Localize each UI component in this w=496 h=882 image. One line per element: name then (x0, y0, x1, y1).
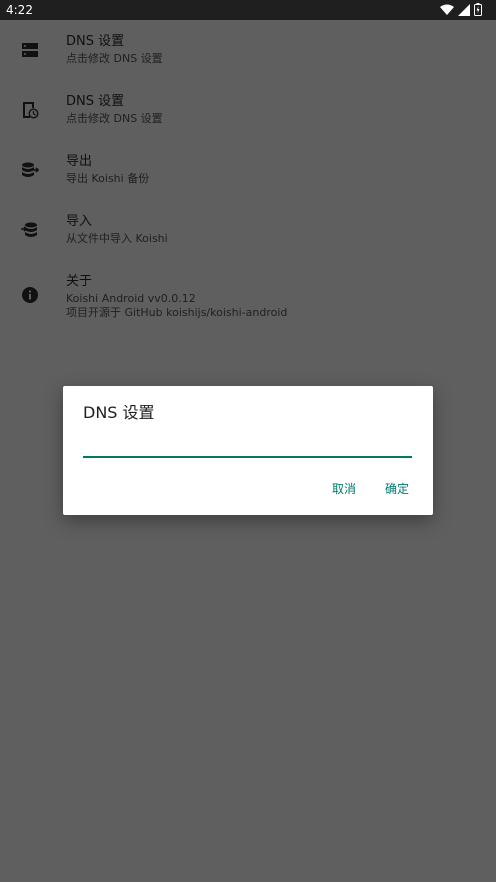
status-icons (440, 1, 482, 20)
settings-item-title: 关于 (66, 274, 93, 289)
settings-list: DNS 设置 点击修改 DNS 设置 DNS 设置 点击修改 DNS 设置 导出… (0, 20, 496, 333)
status-time: 4:22 (6, 3, 33, 17)
settings-item-subtitle-2: 项目开源于 GitHub koishijs/koishi-android (66, 306, 288, 319)
info-icon (20, 285, 40, 305)
settings-item-subtitle: 点击修改 DNS 设置 (66, 112, 163, 125)
settings-item-subtitle: 导出 Koishi 备份 (66, 172, 150, 185)
server-icon (20, 40, 40, 60)
dns-clock-icon (20, 100, 40, 120)
settings-item-subtitle: 点击修改 DNS 设置 (66, 52, 163, 65)
settings-item-title: 导出 (66, 154, 93, 169)
settings-item-subtitle: 从文件中导入 Koishi (66, 232, 168, 245)
dns-settings-dialog: DNS 设置 取消 确定 (63, 386, 433, 515)
status-bar: 4:22 (0, 0, 496, 20)
ok-button[interactable]: 确定 (385, 480, 409, 498)
dialog-title: DNS 设置 (83, 403, 155, 422)
settings-item-dns[interactable]: DNS 设置 点击修改 DNS 设置 (0, 20, 496, 80)
dns-input[interactable] (83, 434, 412, 458)
settings-item-subtitle: Koishi Android vv0.0.12 (66, 292, 196, 305)
wifi-icon (440, 1, 454, 20)
settings-item-title: DNS 设置 (66, 94, 125, 109)
settings-item-export[interactable]: 导出 导出 Koishi 备份 (0, 140, 496, 200)
signal-icon (458, 1, 470, 20)
database-import-icon (20, 220, 40, 240)
settings-item-title: DNS 设置 (66, 34, 125, 49)
settings-item-dns-2[interactable]: DNS 设置 点击修改 DNS 设置 (0, 80, 496, 140)
cancel-button[interactable]: 取消 (332, 480, 356, 498)
database-export-icon (20, 160, 40, 180)
settings-item-import[interactable]: 导入 从文件中导入 Koishi (0, 200, 496, 260)
settings-item-about[interactable]: 关于 Koishi Android vv0.0.12 项目开源于 GitHub … (0, 260, 496, 333)
battery-icon (474, 1, 482, 20)
settings-item-title: 导入 (66, 214, 93, 229)
